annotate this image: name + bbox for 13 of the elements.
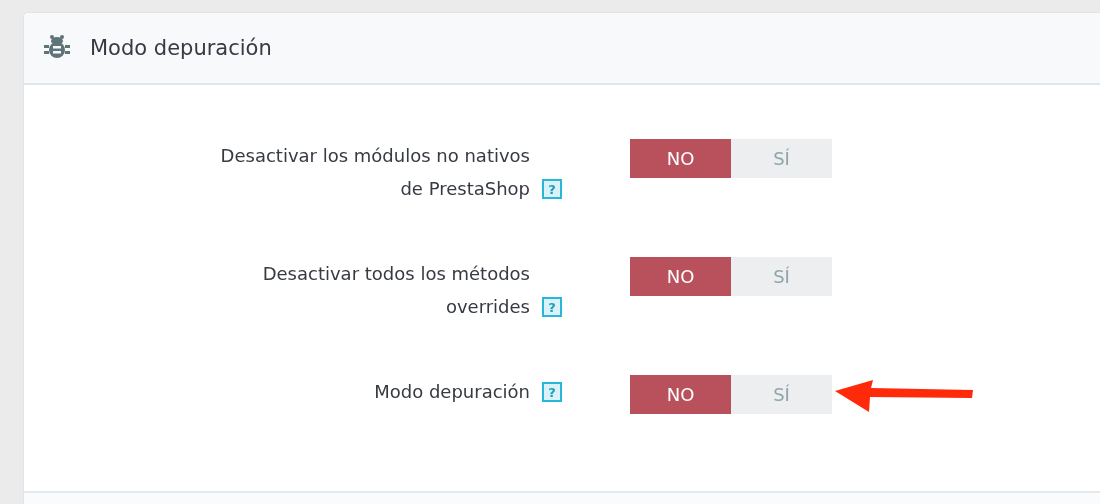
toggle-option[interactable]: SÍ	[731, 139, 832, 178]
toggle-option[interactable]: NO	[630, 257, 731, 296]
setting-label: Desactivar todos los métodos overrides	[261, 262, 530, 319]
help-icon[interactable]: ?	[542, 179, 562, 199]
toggle-option[interactable]: SÍ	[731, 257, 832, 296]
setting-label: Modo depuración	[374, 380, 530, 404]
help-icon[interactable]: ?	[542, 297, 562, 317]
toggle-option[interactable]: SÍ	[731, 375, 832, 414]
help-icon[interactable]: ?	[542, 382, 562, 402]
panel-title: Modo depuración	[90, 36, 272, 60]
toggle-option[interactable]: NO	[630, 375, 731, 414]
setting-label: Desactivar los módulos no nativos de PrestaShop	[219, 144, 530, 201]
toggle-option[interactable]: NO	[630, 139, 731, 178]
